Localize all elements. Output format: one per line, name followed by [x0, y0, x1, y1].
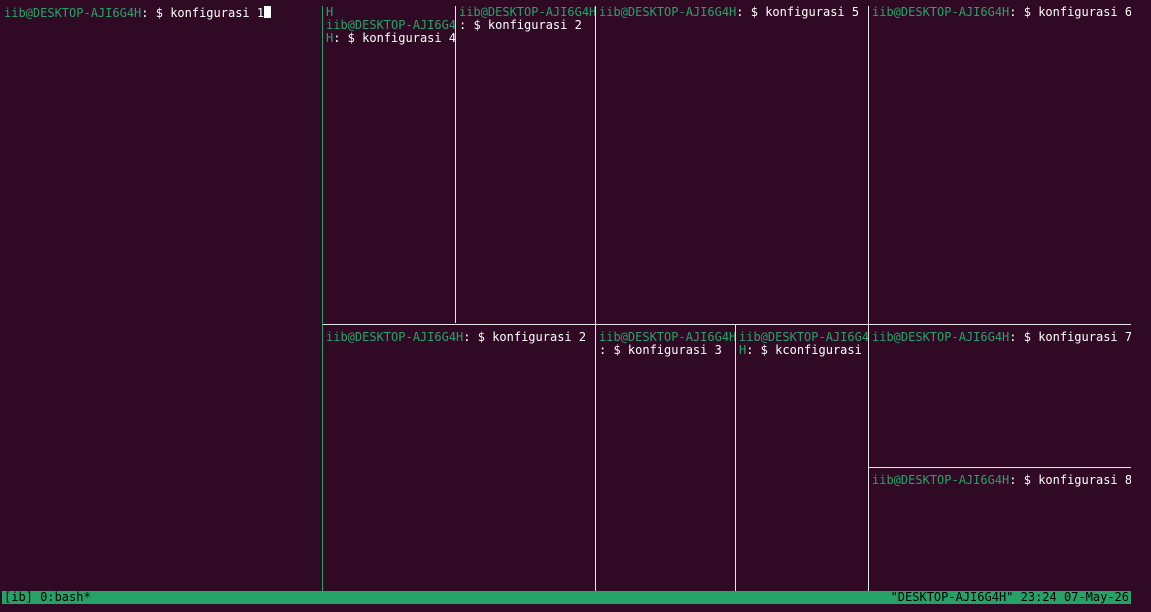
prompt-user: iib@DESKTOP-AJI6G4H [326, 331, 464, 344]
pane-border[interactable] [868, 6, 869, 591]
command-text: konfigurasi 2 [487, 18, 582, 32]
prompt-separator: : $ [141, 6, 171, 20]
prompt-line: iib@DESKTOP-AJI6G4H: $ konfigurasi 2 [326, 331, 595, 344]
pane-3[interactable]: iib@DESKTOP-AJI6G4H : $ konfigurasi 3 [595, 331, 735, 591]
prompt-separator: : $ [1009, 474, 1039, 487]
pane-1[interactable]: iib@DESKTOP-AJI6G4H: $ konfigurasi 1 [0, 6, 322, 591]
command-text: konfigurasi 8 [1038, 474, 1131, 487]
pane-6[interactable]: iib@DESKTOP-AJI6G4H: $ konfigurasi 6 [868, 6, 1131, 323]
command-text: konfigurasi 3 [627, 343, 722, 357]
pane-7[interactable]: iib@DESKTOP-AJI6G4H: $ konfigurasi 7 [868, 331, 1131, 467]
pane-border[interactable] [869, 467, 1131, 468]
command-text: konfigurasi 6 [1038, 6, 1131, 19]
prompt-separator: : $ [459, 18, 488, 32]
command-text: kconfigurasi [775, 343, 862, 357]
pane-border[interactable] [735, 325, 736, 591]
pane-border-active[interactable] [322, 6, 323, 591]
prompt-line: iib@DESKTOP-AJI6G4H: $ konfigurasi 7 [872, 331, 1131, 344]
pane-2-top[interactable]: iib@DESKTOP-AJI6G4H : $ konfigurasi 2 [455, 6, 595, 323]
prompt-line: iib@DESKTOP-AJI6G4H: $ konfigurasi 5 [599, 6, 868, 19]
pane-2-bottom[interactable]: iib@DESKTOP-AJI6G4H: $ konfigurasi 2 [322, 331, 595, 591]
pane-kconfigurasi[interactable]: iib@DESKTOP-AJI6G4 H: $ kconfigurasi [735, 331, 868, 591]
prompt-line: H: $ kconfigurasi [739, 344, 868, 357]
status-session-window[interactable]: [ib] 0:bash* [4, 591, 91, 604]
prompt-user: iib@DESKTOP-AJI6G4H [599, 6, 737, 19]
prompt-line: iib@DESKTOP-AJI6G4H: $ konfigurasi 1 [4, 6, 322, 20]
prompt-line: iib@DESKTOP-AJI6G4H: $ konfigurasi 6 [872, 6, 1131, 19]
prompt-separator: : $ [333, 31, 363, 45]
prompt-user: iib@DESKTOP-AJI6G4H [872, 6, 1010, 19]
prompt-line: H: $ konfigurasi 4 [326, 32, 455, 45]
prompt-separator: : $ [746, 343, 776, 357]
prompt-line: iib@DESKTOP-AJI6G4H: $ konfigurasi 8 [872, 474, 1131, 487]
prompt-line: : $ konfigurasi 3 [599, 344, 735, 357]
tmux-status-bar: [ib] 0:bash* "DESKTOP-AJI6G4H" 23:24 07-… [2, 591, 1131, 604]
prompt-line: : $ konfigurasi 2 [459, 19, 595, 32]
pane-8[interactable]: iib@DESKTOP-AJI6G4H: $ konfigurasi 8 [868, 474, 1131, 591]
prompt-user: iib@DESKTOP-AJI6G4H [872, 331, 1010, 344]
command-text: konfigurasi 1 [170, 6, 265, 20]
pane-5[interactable]: iib@DESKTOP-AJI6G4H: $ konfigurasi 5 [595, 6, 868, 323]
prompt-separator: : $ [1009, 6, 1039, 19]
text-cursor [264, 6, 272, 18]
prompt-separator: : $ [736, 6, 766, 19]
prompt-separator: : $ [1009, 331, 1039, 344]
pane-border[interactable] [595, 6, 596, 591]
prompt-separator: : $ [599, 343, 628, 357]
terminal-screen[interactable]: iib@DESKTOP-AJI6G4H: $ konfigurasi 1 H i… [0, 0, 1151, 612]
command-text: konfigurasi 2 [492, 331, 587, 344]
command-text: konfigurasi 7 [1038, 331, 1131, 344]
command-text: konfigurasi 4 [362, 31, 455, 45]
status-host-clock: "DESKTOP-AJI6G4H" 23:24 07-May-26 [890, 590, 1129, 604]
prompt-user: iib@DESKTOP-AJI6G4H [4, 6, 142, 20]
prompt-user: iib@DESKTOP-AJI6G4H [872, 474, 1010, 487]
prompt-separator: : $ [463, 331, 493, 344]
pane-4[interactable]: H iib@DESKTOP-AJI6G4 H: $ konfigurasi 4 [322, 6, 455, 323]
pane-border[interactable] [455, 6, 456, 323]
command-text: konfigurasi 5 [765, 6, 860, 19]
pane-border[interactable] [323, 324, 1131, 325]
